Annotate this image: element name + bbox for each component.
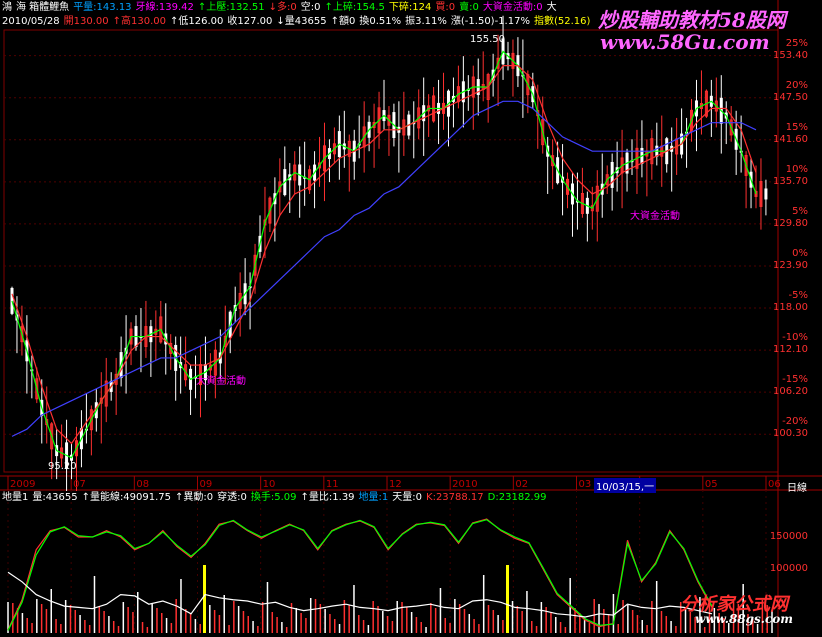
price-tick-label: 129.80 xyxy=(773,217,808,229)
info2-item-4: 收127.00 xyxy=(227,16,273,27)
price-tick-label: 118.00 xyxy=(773,302,808,314)
pct-tick-label: 25% xyxy=(785,37,808,49)
pct-tick-label: -5% xyxy=(788,290,808,302)
pct-tick-label: 20% xyxy=(785,79,808,91)
price-tick-label: 153.40 xyxy=(773,49,808,61)
info1-item-6: 空:0 xyxy=(300,2,321,13)
info2-item-3: ↑低126.00 xyxy=(170,16,224,27)
volume-lines xyxy=(7,518,713,631)
price-panel-border xyxy=(3,29,779,473)
vol-info-item-2: ↑量能線:49091.75 xyxy=(81,492,172,503)
vol-info-item-5: 換手:5.09 xyxy=(250,492,297,503)
info2-item-9: 漲(-1.50)-1.17% xyxy=(450,16,530,27)
info2-item-5: ↓量43655 xyxy=(276,16,327,27)
time-cursor-label: 10/03/15,一 xyxy=(594,478,657,493)
vol-info-item-6: ↑量比:1.39 xyxy=(300,492,355,503)
time-tick-label: 11 xyxy=(325,479,339,490)
time-tick-label: 12 xyxy=(389,479,402,490)
price-tick-label: 135.70 xyxy=(773,175,808,187)
price-line-2 xyxy=(11,100,757,437)
info1-item-2: 平量:143.13 xyxy=(73,2,132,13)
info1-item-8: 下碎:124 xyxy=(388,2,432,13)
price-tick-label: 141.60 xyxy=(773,133,808,145)
watermark-top: 炒股輔助教材58股网 xyxy=(598,8,786,32)
info2-item-6: ↑額0 xyxy=(330,16,356,27)
volume-line-0 xyxy=(7,518,713,631)
watermark-bottom-url: www.88gs.com xyxy=(695,612,793,626)
volume-tick-label: 150000 xyxy=(769,531,808,542)
pct-tick-label: 10% xyxy=(785,163,808,175)
vol-info-item-0: 地量1 xyxy=(2,492,29,503)
info2-item-7: 換0.51% xyxy=(359,16,402,27)
chart-frame xyxy=(0,0,822,637)
period-label: 日線 xyxy=(787,483,807,494)
watermark-url: www.58Gu.com xyxy=(600,30,770,54)
vol-info-item-10: D:23182.99 xyxy=(487,492,547,503)
time-tick-label: 07 xyxy=(73,479,86,490)
annotation-label: 大資金活動 xyxy=(630,211,680,222)
pct-tick-label: 5% xyxy=(792,205,808,217)
vol-info-item-4: 穿透:0 xyxy=(217,492,247,503)
pct-tick-label: -15% xyxy=(782,374,808,386)
time-tick-label: 2010 xyxy=(452,479,478,490)
time-tick-label: 05 xyxy=(704,479,718,490)
info1-item-3: 牙線:139.42 xyxy=(135,2,194,13)
time-tick-label: 02 xyxy=(515,479,529,490)
volume-line-1 xyxy=(7,519,713,631)
info1-item-4: ↑上壓:132.51 xyxy=(197,2,265,13)
price-tick-label: 100.30 xyxy=(773,428,808,440)
chart-canvas xyxy=(0,0,822,637)
pct-tick-label: 15% xyxy=(785,121,808,133)
info2-item-2: ↑高130.00 xyxy=(112,16,167,27)
price-info-line1: 鴻海 箱體鯉魚 平量:143.13 牙線:139.42 ↑上壓:132.51 ↓多:0 空… xyxy=(2,2,561,14)
annotation-label: 大資金活動 xyxy=(196,376,246,387)
volume-spike-marker xyxy=(203,565,206,633)
price-tick-label: 106.20 xyxy=(773,386,808,398)
price-tick-label: 123.90 xyxy=(773,259,808,271)
info1-item-10: 賣:0 xyxy=(459,2,479,13)
time-tick-label: 03 xyxy=(578,479,592,490)
info2-item-1: 開130.00 xyxy=(63,16,109,27)
vol-info-item-7: 地量:1 xyxy=(358,492,389,503)
info2-item-0: 2010/05/28 xyxy=(2,16,60,27)
info1-item-9: 買:0 xyxy=(435,2,456,13)
time-tick-label: 2009 xyxy=(10,479,36,490)
pct-tick-label: -10% xyxy=(782,332,808,344)
info2-item-8: 振3.11% xyxy=(405,16,447,27)
price-info-line2: 2010/05/28 開130.00 ↑高130.00 ↑低126.00 收127.00… xyxy=(2,16,594,28)
time-tick-label: 08 xyxy=(136,479,150,490)
volume-bars xyxy=(7,565,773,633)
info1-item-11: 大資金活動:0 xyxy=(482,2,543,13)
vol-info-item-9: K:23788.17 xyxy=(426,492,484,503)
pct-tick-label: 0% xyxy=(792,247,808,259)
vol-info-item-8: 天量:0 xyxy=(392,492,423,503)
volume-spike-marker xyxy=(506,565,509,633)
price-tick-label: 112.10 xyxy=(773,344,808,356)
volume-line-2 xyxy=(7,571,713,618)
time-tick-label: 06 xyxy=(768,479,781,490)
annotation-label: 95.20 xyxy=(48,461,77,472)
price-tick-label: 147.50 xyxy=(773,91,808,103)
info1-item-0: 鴻 xyxy=(2,2,12,13)
vol-info-item-3: ↑異動:0 xyxy=(175,492,214,503)
time-tick-label: 09 xyxy=(199,479,213,490)
volume-info-line: 地量1 量:43655 ↑量能線:49091.75 ↑異動:0 穿透:0 換手:5.09 ↑… xyxy=(2,492,550,504)
info1-item-12: 大 xyxy=(546,2,557,13)
pct-tick-label: -20% xyxy=(782,416,808,428)
vol-info-item-1: 量:43655 xyxy=(32,492,78,503)
price-candles xyxy=(10,15,768,492)
candle-body xyxy=(764,188,768,200)
time-tick-label: 10 xyxy=(262,479,276,490)
info1-item-5: ↓多:0 xyxy=(268,2,297,13)
info1-item-1: 海 箱體鯉魚 xyxy=(16,2,70,13)
annotation-label: 155.50 xyxy=(470,34,505,45)
volume-tick-label: 100000 xyxy=(769,563,808,574)
info2-item-10: 指數(52.16) xyxy=(533,16,591,27)
info1-item-7: ↑上碎:154.5 xyxy=(324,2,385,13)
